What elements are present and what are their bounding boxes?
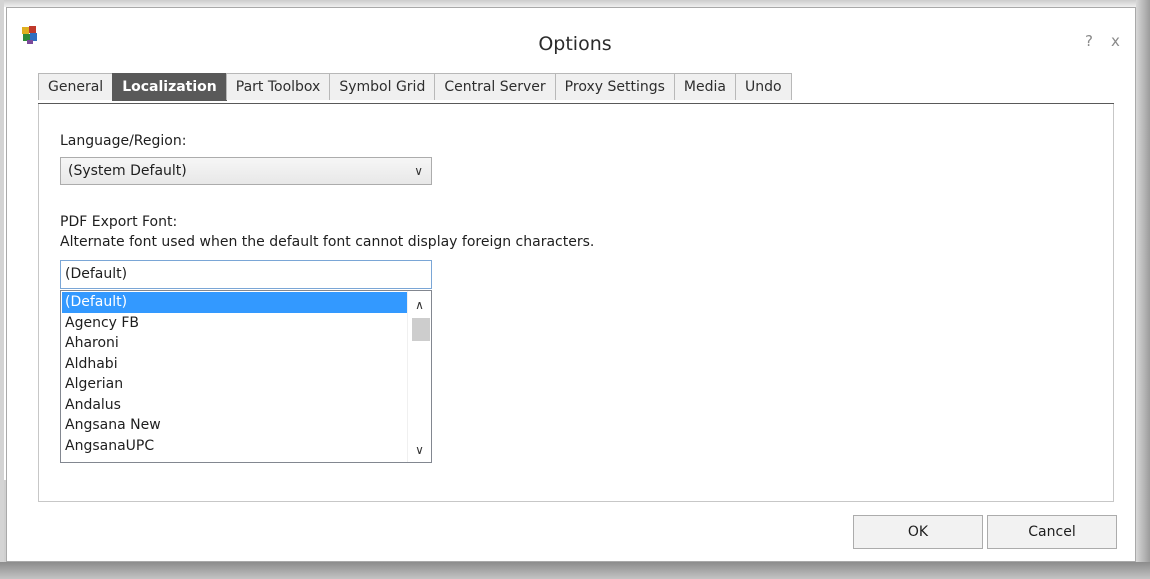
scrollbar-thumb[interactable] bbox=[412, 318, 430, 341]
language-region-dropdown[interactable]: (System Default) ∨ bbox=[60, 157, 432, 185]
window-top-edge bbox=[0, 0, 1150, 7]
window-title: Options bbox=[538, 33, 612, 55]
tab-proxy-settings[interactable]: Proxy Settings bbox=[554, 73, 675, 100]
font-list-item[interactable]: Angsana New bbox=[62, 415, 407, 436]
tab-media[interactable]: Media bbox=[673, 73, 736, 100]
tab-general[interactable]: General bbox=[38, 73, 114, 100]
font-list-scrollbar[interactable]: ∧ ∨ bbox=[407, 291, 431, 462]
tab-central-server[interactable]: Central Server bbox=[434, 73, 556, 100]
window-bottom-shadow bbox=[0, 562, 1150, 579]
help-button[interactable]: ? bbox=[1085, 32, 1093, 50]
ok-button[interactable]: OK bbox=[853, 515, 983, 549]
chevron-down-icon[interactable]: ∨ bbox=[408, 440, 431, 460]
tab-strip: General Localization Part Toolbox Symbol… bbox=[38, 73, 792, 101]
options-window: Options ? x General Localization Part To… bbox=[0, 0, 1150, 579]
pdf-font-input[interactable]: (Default) bbox=[60, 260, 432, 289]
tab-part-toolbox[interactable]: Part Toolbox bbox=[225, 73, 331, 100]
font-listbox[interactable]: (Default) Agency FB Aharoni Aldhabi Alge… bbox=[60, 290, 432, 463]
chevron-down-icon: ∨ bbox=[414, 164, 423, 178]
font-list-item[interactable]: Aharoni bbox=[62, 333, 407, 354]
font-list-item[interactable]: Algerian bbox=[62, 374, 407, 395]
tab-localization[interactable]: Localization bbox=[112, 73, 227, 101]
font-list-item[interactable]: (Default) bbox=[62, 292, 407, 313]
pdf-export-font-description: Alternate font used when the default fon… bbox=[60, 234, 595, 250]
tab-undo[interactable]: Undo bbox=[734, 73, 792, 100]
cancel-button[interactable]: Cancel bbox=[987, 515, 1117, 549]
window-left-edge bbox=[0, 0, 4, 579]
font-list-item[interactable]: Agency FB bbox=[62, 313, 407, 334]
window-right-shadow bbox=[1136, 0, 1150, 579]
font-list: (Default) Agency FB Aharoni Aldhabi Alge… bbox=[62, 292, 407, 456]
tab-symbol-grid[interactable]: Symbol Grid bbox=[329, 73, 436, 100]
font-list-item[interactable]: AngsanaUPC bbox=[62, 436, 407, 457]
close-button[interactable]: x bbox=[1111, 32, 1120, 50]
font-list-item[interactable]: Aldhabi bbox=[62, 354, 407, 375]
font-list-item[interactable]: Andalus bbox=[62, 395, 407, 416]
language-region-label: Language/Region: bbox=[60, 133, 187, 149]
tab-bar: General Localization Part Toolbox Symbol… bbox=[38, 73, 1114, 106]
pdf-export-font-label: PDF Export Font: bbox=[60, 214, 178, 230]
language-region-value: (System Default) bbox=[68, 163, 187, 179]
chevron-up-icon[interactable]: ∧ bbox=[408, 295, 431, 315]
